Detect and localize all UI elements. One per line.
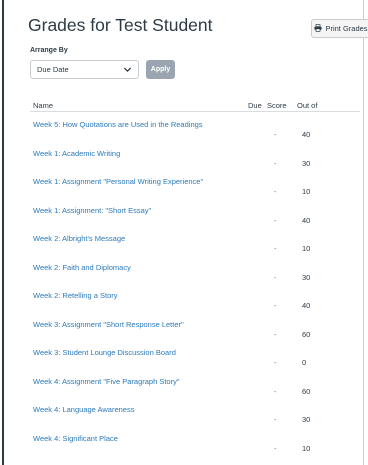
score-value: - <box>274 272 277 282</box>
assignment-link[interactable]: Week 4: Assignment "Five Paragraph Story… <box>33 377 180 386</box>
points-possible: 60 <box>302 329 311 339</box>
arrange-by-label: Arrange By <box>30 47 68 54</box>
table-row: Week 1: Academic Writing - 30 <box>30 149 360 177</box>
score-value: - <box>274 443 277 453</box>
score-value: - <box>274 415 277 424</box>
assignment-link[interactable]: Week 1: Assignment "Personal Writing Exp… <box>33 177 203 186</box>
points-possible: 30 <box>302 158 311 168</box>
assignment-link[interactable]: Week 1: Assignment: "Short Essay" <box>33 206 151 215</box>
assignment-link[interactable]: Week 3: Assignment "Short Response Lette… <box>33 320 184 329</box>
assignment-link[interactable]: Week 2: Retelling a Story <box>33 291 118 300</box>
column-header-out-of: Out of <box>297 101 318 110</box>
score-value: - <box>274 158 277 168</box>
points-possible: 30 <box>302 272 311 282</box>
print-grades-button[interactable]: Print Grades <box>311 19 368 38</box>
assignment-link[interactable]: Week 2: Albright's Message <box>33 234 125 243</box>
column-header-due: Due <box>248 101 262 110</box>
assignment-link[interactable]: Week 1: Academic Writing <box>33 149 120 158</box>
points-possible: 60 <box>302 386 311 396</box>
table-row: Week 4: Language Awareness - 30 <box>30 405 360 433</box>
points-possible: 30 <box>302 415 311 424</box>
arrange-by-value: Due Date <box>37 65 69 74</box>
table-row: Week 1: Assignment "Personal Writing Exp… <box>30 177 360 205</box>
score-value: - <box>274 358 277 367</box>
assignment-link[interactable]: Week 2: Faith and Diplomacy <box>33 263 131 272</box>
table-row: Week 4: Assignment "Five Paragraph Story… <box>30 377 360 405</box>
points-possible: 10 <box>302 443 311 453</box>
table-row: Week 3: Student Lounge Discussion Board -… <box>30 348 360 376</box>
score-value: - <box>274 187 277 196</box>
score-value: - <box>274 386 277 396</box>
score-value: - <box>274 130 277 139</box>
points-possible: 10 <box>302 244 311 253</box>
grades-page: Grades for Test Student Print Grades Arr… <box>2 0 368 465</box>
points-possible: 40 <box>302 301 311 310</box>
arrange-by-select[interactable]: Due Date <box>30 60 139 79</box>
assignment-link[interactable]: Week 3: Student Lounge Discussion Board <box>33 348 176 357</box>
points-possible: 10 <box>302 187 311 196</box>
score-value: - <box>274 301 277 310</box>
apply-button[interactable]: Apply <box>146 60 175 79</box>
page-title: Grades for Test Student <box>28 15 213 35</box>
score-value: - <box>274 329 277 339</box>
assignment-link[interactable]: Week 5: How Quotations are Used in the R… <box>33 120 203 129</box>
table-row: Week 1: Assignment: "Short Essay" - 40 <box>30 206 360 234</box>
chevron-down-icon <box>123 65 132 74</box>
table-row: Week 2: Albright's Message - 10 <box>30 234 360 262</box>
column-header-name: Name <box>33 101 54 110</box>
column-header-score: Score <box>267 101 287 110</box>
header-divider <box>30 111 360 112</box>
assignment-link[interactable]: Week 4: Language Awareness <box>33 405 134 414</box>
printer-icon <box>314 23 322 34</box>
points-possible: 40 <box>302 215 311 225</box>
points-possible: 0 <box>302 358 307 367</box>
table-row: Week 2: Faith and Diplomacy - 30 <box>30 263 360 291</box>
print-grades-label: Print Grades <box>325 24 368 33</box>
assignment-link[interactable]: Week 4: Significant Place <box>33 434 118 443</box>
score-value: - <box>274 215 277 225</box>
table-row: Week 4: Significant Place - 10 <box>30 434 360 462</box>
table-row: Week 2: Retelling a Story - 40 <box>30 291 360 319</box>
table-row: Week 3: Assignment "Short Response Lette… <box>30 320 360 348</box>
table-row: Week 5: How Quotations are Used in the R… <box>30 120 360 148</box>
score-value: - <box>274 244 277 253</box>
points-possible: 40 <box>302 130 311 139</box>
